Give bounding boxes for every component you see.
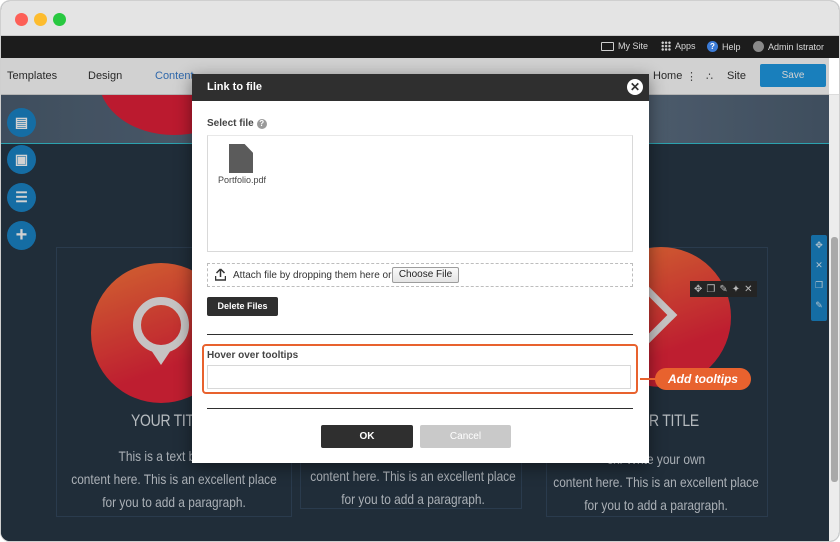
link-to-file-dialog: Link to file ✕ Select file? Portfolio.pd… xyxy=(192,74,649,463)
tooltip-highlight xyxy=(202,344,638,394)
apps-link[interactable]: Apps xyxy=(661,41,696,51)
help-link[interactable]: ? Help xyxy=(707,41,741,52)
divider xyxy=(207,408,633,409)
scrollbar-thumb[interactable] xyxy=(831,237,838,482)
delete-files-button[interactable]: Delete Files xyxy=(207,297,278,316)
close-icon[interactable]: ✕ xyxy=(627,79,643,95)
callout-connector xyxy=(640,378,656,380)
avatar xyxy=(753,41,764,52)
choose-file-button[interactable]: Choose File xyxy=(392,267,459,283)
user-menu[interactable]: Admin Istrator xyxy=(753,41,824,52)
upload-icon xyxy=(215,268,226,281)
ok-button[interactable]: OK xyxy=(321,425,413,448)
window-titlebar xyxy=(1,1,839,36)
select-file-label: Select file? xyxy=(207,118,267,129)
dialog-header: Link to file ✕ xyxy=(192,74,649,101)
help-icon[interactable]: ? xyxy=(256,119,267,129)
monitor-icon xyxy=(601,41,614,51)
file-drop-zone[interactable]: Attach file by dropping them here or Cho… xyxy=(207,263,633,287)
dialog-title: Link to file xyxy=(207,81,262,93)
drop-zone-text: Attach file by dropping them here or xyxy=(233,270,392,281)
divider xyxy=(207,334,633,335)
browser-window: My Site Apps ? Help Admin Istrator Templ… xyxy=(0,0,840,542)
help-icon: ? xyxy=(707,41,718,52)
admin-bar: My Site Apps ? Help Admin Istrator xyxy=(1,36,839,58)
close-window-dot[interactable] xyxy=(15,13,28,26)
file-name: Portfolio.pdf xyxy=(217,175,267,185)
minimize-window-dot[interactable] xyxy=(34,13,47,26)
file-item[interactable]: Portfolio.pdf xyxy=(216,144,268,192)
my-site-link[interactable]: My Site xyxy=(601,41,648,51)
page-scrollbar[interactable] xyxy=(829,95,839,541)
apps-grid-icon xyxy=(661,41,671,51)
cancel-button[interactable]: Cancel xyxy=(420,425,511,448)
document-icon xyxy=(229,144,253,173)
file-list: Portfolio.pdf xyxy=(207,135,633,252)
maximize-window-dot[interactable] xyxy=(53,13,66,26)
add-tooltips-callout: Add tooltips xyxy=(655,368,751,390)
